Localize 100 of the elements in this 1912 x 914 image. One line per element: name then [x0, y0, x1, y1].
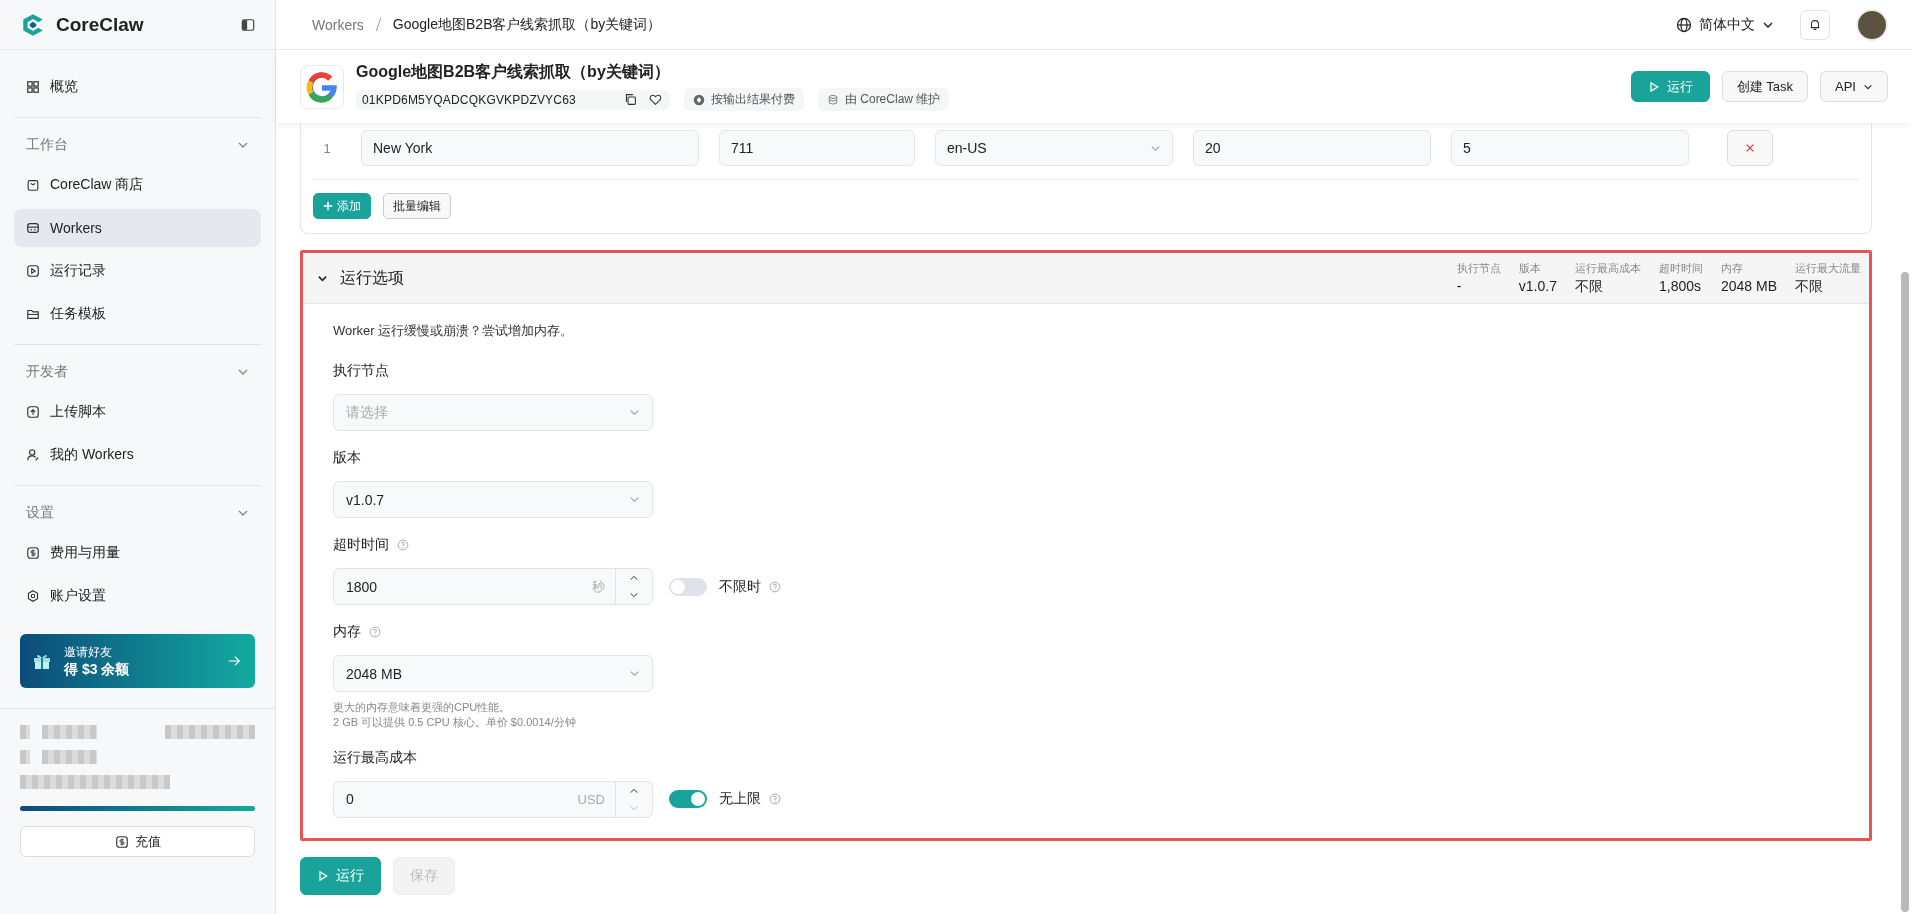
bulk-edit-button[interactable]: 批量编辑: [383, 193, 451, 219]
bell-icon: [1808, 17, 1822, 32]
heart-icon[interactable]: [648, 93, 662, 106]
redacted-block: [42, 725, 97, 739]
help-icon[interactable]: [769, 793, 781, 806]
chevron-down-icon: [629, 668, 640, 679]
redacted-block: [42, 750, 97, 764]
input-field[interactable]: 20: [1193, 130, 1431, 166]
field-label: 超时时间: [333, 536, 389, 554]
recharge-button[interactable]: 充值: [20, 826, 255, 857]
help-text: 更大的内存意味着更强的CPU性能。: [333, 700, 512, 715]
section-header[interactable]: 设置: [14, 496, 261, 530]
api-dropdown-button[interactable]: API: [1820, 71, 1888, 102]
avatar[interactable]: [1856, 8, 1888, 41]
help-icon[interactable]: [369, 626, 381, 638]
language-selector[interactable]: 简体中文: [1670, 14, 1780, 35]
nav-item[interactable]: CoreClaw 商店: [14, 166, 261, 204]
field-label: 执行节点: [333, 362, 389, 380]
summary-value: v1.0.7: [1518, 277, 1557, 294]
coin-icon: [692, 93, 705, 106]
worker-title: Google地图B2B客户线索抓取（by关键词）: [356, 62, 671, 82]
notification-button[interactable]: [1800, 9, 1830, 40]
nav-item[interactable]: 我的 Workers: [14, 436, 261, 474]
robot-icon: [26, 221, 40, 235]
bag-icon: [26, 178, 40, 192]
tag-label: 由 CoreClaw 维护: [844, 91, 941, 108]
upload-icon: [26, 405, 40, 419]
field-label: 版本: [333, 449, 361, 467]
settings-icon: [26, 589, 40, 603]
chevron-down-icon: [629, 407, 640, 418]
summary-label: 超时时间: [1658, 260, 1703, 276]
plus-icon: [323, 201, 333, 211]
summary-label: 内存: [1720, 260, 1744, 276]
input-field[interactable]: 711: [719, 130, 915, 166]
create-task-button[interactable]: 创建 Task: [1721, 71, 1809, 102]
number-field[interactable]: 0 USD: [333, 780, 653, 818]
play-icon: [317, 869, 329, 882]
google-logo-icon: [300, 64, 344, 109]
toggle-switch[interactable]: [669, 790, 707, 809]
scrollbar-thumb[interactable]: [1901, 272, 1909, 912]
summary-label: 版本: [1518, 260, 1542, 276]
invite-banner[interactable]: 邀请好友 得 $3 余额: [20, 634, 255, 688]
close-icon: [1745, 143, 1755, 153]
section-header[interactable]: 工作台: [14, 128, 261, 162]
help-icon[interactable]: [769, 580, 781, 593]
nav-item[interactable]: 费用与用量: [14, 534, 261, 572]
grid-icon: [26, 80, 40, 94]
input-field[interactable]: 5: [1451, 130, 1689, 166]
play-icon: [1647, 80, 1660, 93]
promo-title: 邀请好友: [64, 643, 113, 661]
nav-item[interactable]: 账户设置: [14, 577, 261, 615]
toggle-label: 不限时: [719, 577, 761, 596]
breadcrumb-link[interactable]: Workers: [312, 16, 364, 33]
brand-name: CoreClaw: [56, 13, 145, 36]
tag-label: 按输出结果付费: [710, 91, 795, 108]
nav-item[interactable]: 任务模板: [14, 295, 261, 333]
chevron-down-icon: [629, 494, 640, 505]
summary-label: 执行节点: [1456, 260, 1501, 276]
run-options-header[interactable]: 运行选项 执行节点 - 版本 v1.0.7 运行最高成本 不限 超时时间 1,800s 内存 2048 MB 运行最大流量 不限: [303, 253, 1869, 304]
summary-value: -: [1456, 277, 1463, 294]
toggle-label: 无上限: [719, 790, 761, 809]
dollar-icon: [114, 834, 129, 849]
summary-value: 2048 MB: [1720, 277, 1777, 294]
help-text: 2 GB 可以提供 0.5 CPU 核心。单价 $0.0014/分钟: [333, 715, 577, 731]
section-header[interactable]: 开发者: [14, 355, 261, 389]
nav-item[interactable]: 上传脚本: [14, 393, 261, 431]
unit-label: 秒: [592, 577, 605, 596]
redacted-block: [20, 750, 30, 764]
hint-text: Worker 运行缓慢或崩溃？尝试增加内存。: [333, 322, 575, 340]
nav-item[interactable]: 运行记录: [14, 252, 261, 290]
number-field[interactable]: 1800 秒: [333, 568, 653, 605]
nav-item[interactable]: 概览: [14, 68, 261, 106]
redacted-block: [20, 725, 30, 739]
folder-icon: [26, 307, 40, 321]
database-icon: [826, 93, 839, 106]
logo-icon: [20, 11, 46, 38]
worker-id: 01KPD6M5YQADCQKGVKPDZVYC63: [362, 92, 576, 107]
toggle-switch[interactable]: [669, 577, 707, 596]
summary-value: 不限: [1574, 277, 1604, 296]
globe-icon: [1676, 16, 1692, 33]
dollar-icon: [26, 546, 40, 560]
unit-label: USD: [577, 791, 605, 807]
user-icon: [26, 448, 40, 462]
select-field[interactable]: en-US: [935, 130, 1173, 166]
summary-label: 运行最高成本: [1574, 260, 1641, 276]
row-number: 1: [322, 140, 332, 156]
play-icon: [26, 264, 40, 278]
select-field[interactable]: 2048 MB: [333, 655, 653, 692]
field-label: 内存: [333, 623, 361, 641]
copy-icon[interactable]: [623, 93, 637, 106]
summary-value: 1,800s: [1658, 277, 1702, 294]
promo-reward: 得 $3 余额: [64, 660, 131, 679]
breadcrumb-current: Google地图B2B客户线索抓取（by关键词）: [392, 15, 662, 34]
nav-item[interactable]: Workers: [14, 209, 261, 247]
select-field[interactable]: v1.0.7: [333, 481, 653, 518]
input-field[interactable]: New York: [361, 130, 699, 166]
sidebar-toggle-icon[interactable]: [241, 17, 255, 32]
summary-label: 运行最大流量: [1795, 260, 1861, 276]
help-icon[interactable]: [397, 539, 409, 551]
arrow-right-icon: [227, 654, 241, 668]
